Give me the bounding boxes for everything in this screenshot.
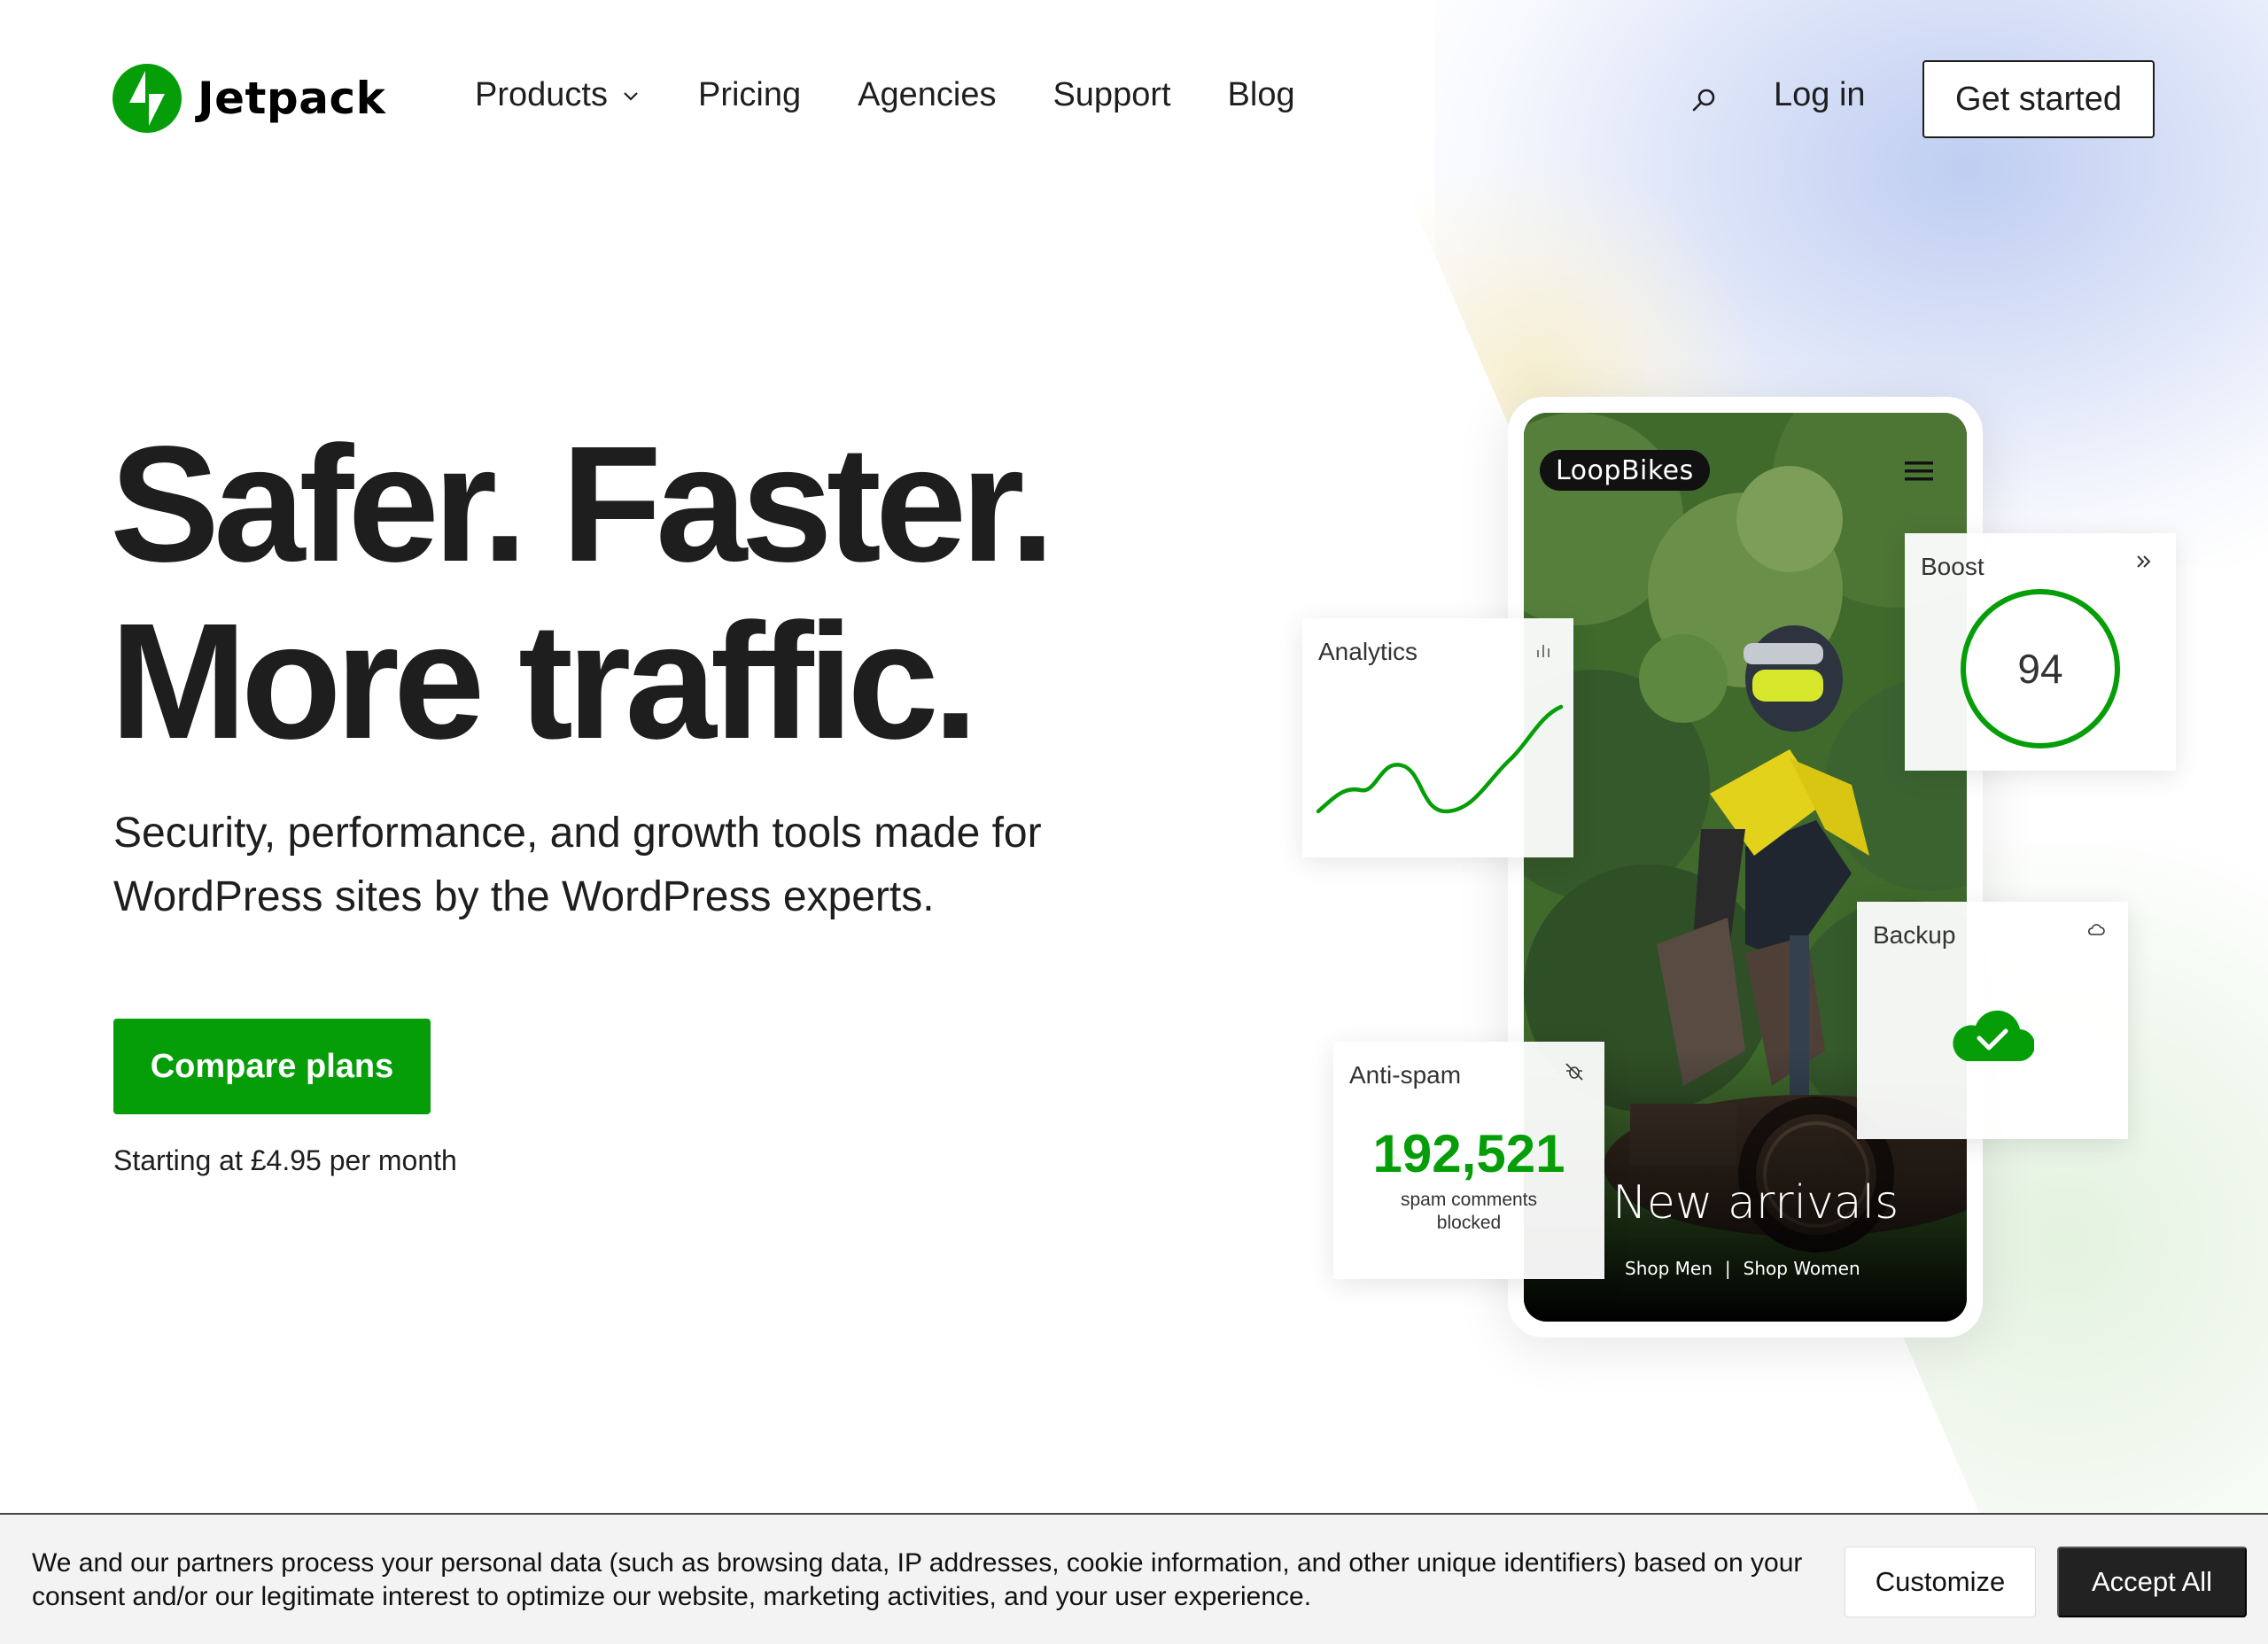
cloud-icon bbox=[2087, 924, 2105, 935]
store-logo: LoopBikes bbox=[1540, 450, 1710, 491]
hero-title: Safer. Faster. More traffic. bbox=[110, 416, 1217, 771]
nav-item-support[interactable]: Support bbox=[1052, 76, 1170, 114]
boost-score: 94 bbox=[2017, 646, 2063, 692]
analytics-card: Analytics bbox=[1302, 618, 1573, 857]
get-started-button[interactable]: Get started bbox=[1922, 60, 2155, 138]
hero-subtitle-line-2: WordPress sites by the WordPress experts… bbox=[113, 873, 935, 920]
nav-item-pricing[interactable]: Pricing bbox=[698, 76, 801, 114]
search-icon[interactable] bbox=[1689, 86, 1718, 114]
customize-button[interactable]: Customize bbox=[1845, 1547, 2036, 1617]
hero-subtitle: Security, performance, and growth tools … bbox=[113, 802, 1221, 929]
nav-item-agencies[interactable]: Agencies bbox=[858, 76, 996, 114]
backup-card: Backup bbox=[1857, 902, 2128, 1139]
new-arrivals-heading: New arrivals bbox=[1612, 1176, 1899, 1229]
antispam-card-title: Anti-spam bbox=[1349, 1061, 1462, 1089]
jetpack-logo[interactable]: Jetpack bbox=[113, 64, 385, 133]
spam-label: spam comments blocked bbox=[1400, 1190, 1538, 1233]
login-link[interactable]: Log in bbox=[1774, 76, 1866, 114]
analytics-trend-line bbox=[1316, 704, 1564, 814]
jetpack-logo-icon bbox=[113, 64, 182, 133]
chevron-down-icon bbox=[624, 91, 638, 101]
backup-card-title: Backup bbox=[1873, 921, 1956, 949]
nav-item-blog[interactable]: Blog bbox=[1228, 76, 1295, 114]
bar-chart-icon bbox=[1537, 645, 1550, 657]
shop-links: Shop Men | Shop Women bbox=[1625, 1258, 1860, 1279]
accept-all-button[interactable]: Accept All bbox=[2057, 1547, 2247, 1617]
brand-name: Jetpack bbox=[198, 73, 386, 124]
cloud-check-icon bbox=[1953, 1010, 2034, 1062]
hero-subtitle-line-1: Security, performance, and growth tools … bbox=[113, 810, 1042, 857]
hero-title-line-2: More traffic. bbox=[110, 590, 979, 773]
chevrons-right-icon bbox=[2137, 555, 2151, 568]
cookie-consent-text: We and our partners process your persona… bbox=[32, 1548, 1803, 1611]
shop-men-link: Shop Men bbox=[1625, 1258, 1713, 1279]
spam-count: 192,521 bbox=[1372, 1124, 1565, 1183]
link-separator: | bbox=[1724, 1258, 1731, 1279]
main-nav: Products Pricing Agencies Support Blog bbox=[475, 76, 1352, 114]
hamburger-menu-icon bbox=[1905, 461, 1933, 481]
cookie-banner: We and our partners process your persona… bbox=[0, 1513, 2268, 1644]
price-note: Starting at £4.95 per month bbox=[113, 1144, 457, 1176]
shop-women-link: Shop Women bbox=[1743, 1258, 1860, 1279]
boost-card: Boost 94 bbox=[1905, 533, 2176, 771]
boost-card-title: Boost bbox=[1921, 553, 1984, 580]
nav-item-label: Products bbox=[475, 76, 608, 113]
compare-plans-button[interactable]: Compare plans bbox=[113, 1019, 431, 1114]
analytics-card-title: Analytics bbox=[1318, 638, 1418, 665]
site-header: Jetpack Products Pricing Agencies Suppor… bbox=[0, 0, 2268, 198]
spam-bug-icon bbox=[1565, 1063, 1583, 1081]
antispam-card: Anti-spam 192,521 spam comments blocked bbox=[1333, 1042, 1604, 1279]
nav-item-products[interactable]: Products bbox=[475, 76, 641, 114]
hero-title-line-1: Safer. Faster. bbox=[110, 413, 1055, 596]
